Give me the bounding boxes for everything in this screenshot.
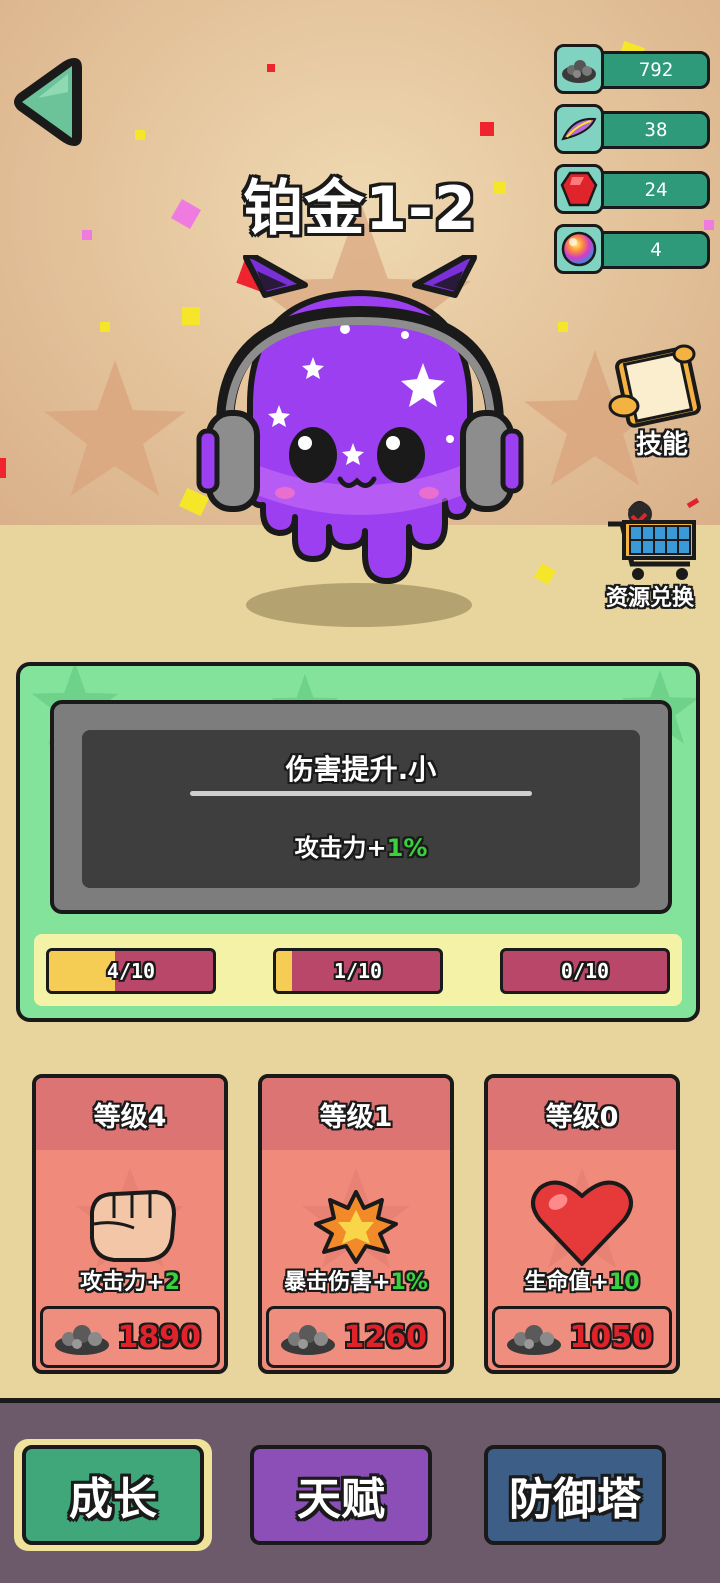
resource-orb-value: 4 [588, 231, 710, 269]
back-button[interactable] [8, 52, 84, 152]
progress-bar-3: 0/10 [500, 948, 670, 994]
skill-info-frame: 伤害提升.小 攻击力+1% [50, 700, 672, 914]
skill-effect-label: 攻击力+ [294, 834, 387, 862]
bottom-nav: 成长 天赋 防御塔 [0, 1398, 720, 1583]
resource-feather-value: 38 [588, 111, 710, 149]
card-stat-bonus: 10 [608, 1270, 640, 1295]
progress-label: 4/10 [106, 959, 156, 983]
skill-panel: 伤害提升.小 攻击力+1% 4/10 1/10 0/10 [16, 662, 700, 1022]
card-cost-value: 1890 [117, 1319, 202, 1355]
card-stat-label: 生命值+ [524, 1270, 609, 1295]
heart-icon [528, 1168, 636, 1268]
card-stat-bonus: 1% [390, 1270, 428, 1295]
explosion-icon [302, 1168, 410, 1268]
back-arrow-icon [14, 58, 82, 146]
resource-gem-value: 24 [588, 171, 710, 209]
rainbow-orb-icon [554, 224, 604, 274]
feather-icon [554, 104, 604, 154]
upgrade-card-crit[interactable]: 等级1 暴击伤害+1% 1260 [258, 1074, 454, 1374]
red-gem-icon [554, 164, 604, 214]
scroll-icon [608, 344, 701, 428]
card-stat: 攻击力+2 [36, 1264, 224, 1296]
tab-growth[interactable]: 成长 [22, 1445, 204, 1545]
skill-name: 伤害提升.小 [285, 753, 437, 786]
card-cost-value: 1260 [343, 1319, 428, 1355]
resource-feather: 38 [554, 104, 714, 154]
card-cost[interactable]: 1050 [492, 1306, 672, 1368]
resource-orb: 4 [554, 224, 714, 274]
upgrade-card-attack[interactable]: 等级4 攻击力+2 1890 [32, 1074, 228, 1374]
progress-label: 1/10 [333, 959, 383, 983]
background-star-icon [44, 360, 186, 496]
tab-talent[interactable]: 天赋 [250, 1445, 432, 1545]
progress-label: 0/10 [560, 959, 610, 983]
purple-slime-cat-monster [196, 255, 524, 584]
tab-tower[interactable]: 防御塔 [484, 1445, 666, 1545]
card-level: 等级1 [262, 1078, 450, 1150]
skill-divider [190, 791, 532, 796]
ore-pile-icon [507, 1325, 561, 1355]
card-level: 等级4 [36, 1078, 224, 1150]
card-stat: 生命值+10 [488, 1264, 676, 1296]
progress-bar-2: 1/10 [273, 948, 443, 994]
card-stat: 暴击伤害+1% [262, 1264, 450, 1296]
ore-pile-icon [55, 1325, 109, 1355]
card-level: 等级0 [488, 1078, 676, 1150]
fist-icon [76, 1168, 184, 1268]
skills-button[interactable]: 技能 [600, 340, 710, 465]
skill-effect: 攻击力+1% [82, 828, 640, 863]
card-stat-label: 攻击力+ [80, 1270, 165, 1295]
upgrade-card-health[interactable]: 等级0 生命值+10 1050 [484, 1074, 680, 1374]
card-cost[interactable]: 1890 [40, 1306, 220, 1368]
skill-effect-value: 1% [386, 834, 428, 862]
resource-ore: 792 [554, 44, 714, 94]
skills-label: 技能 [636, 430, 689, 460]
shopping-cart-icon [608, 497, 700, 580]
card-stat-label: 暴击伤害+ [284, 1270, 391, 1295]
resource-ore-value: 792 [588, 51, 710, 89]
resource-exchange-label: 资源兑换 [606, 586, 695, 611]
ore-pile-icon [281, 1325, 335, 1355]
skill-progress-strip: 4/10 1/10 0/10 [34, 934, 682, 1006]
card-stat-bonus: 2 [164, 1270, 180, 1295]
skill-info-box: 伤害提升.小 攻击力+1% [82, 730, 640, 888]
resource-exchange-button[interactable]: 资源兑换 [600, 492, 712, 617]
card-cost[interactable]: 1260 [266, 1306, 446, 1368]
ore-pile-icon [554, 44, 604, 94]
progress-bar-1: 4/10 [46, 948, 216, 994]
resource-gem: 24 [554, 164, 714, 214]
card-cost-value: 1050 [569, 1319, 654, 1355]
